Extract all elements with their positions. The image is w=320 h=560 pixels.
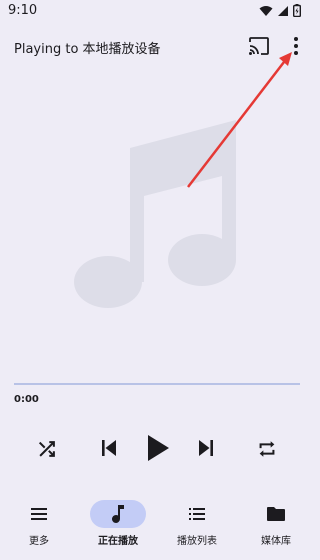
nav-label: 媒体库 xyxy=(261,536,291,547)
play-icon xyxy=(148,435,169,461)
signal-icon xyxy=(278,5,288,16)
nav-label: 播放列表 xyxy=(177,536,217,547)
seek-track xyxy=(14,383,300,385)
battery-icon xyxy=(293,4,301,17)
album-art-placeholder xyxy=(74,120,240,310)
bottom-navigation: 更多 正在播放 播放列表 媒体库 xyxy=(0,492,315,560)
music-note-icon xyxy=(74,120,236,308)
wifi-icon xyxy=(259,5,273,16)
status-time: 9:10 xyxy=(8,3,38,18)
nav-item-now-playing[interactable]: 正在播放 xyxy=(79,492,157,560)
app-bar: Playing to 本地播放设备 xyxy=(0,32,315,60)
skip-previous-icon xyxy=(102,440,116,456)
skip-next-icon xyxy=(199,440,213,456)
shuffle-icon xyxy=(38,441,55,457)
seek-bar[interactable] xyxy=(14,382,300,386)
nav-icon-container xyxy=(169,500,225,528)
music-note-icon xyxy=(112,505,124,523)
nav-item-playlist[interactable]: 播放列表 xyxy=(158,492,236,560)
next-button[interactable] xyxy=(194,436,218,460)
cast-button[interactable] xyxy=(248,36,270,56)
cast-icon xyxy=(249,37,269,55)
list-icon xyxy=(189,508,205,520)
nav-item-more[interactable]: 更多 xyxy=(0,492,78,560)
repeat-button[interactable] xyxy=(256,438,278,460)
more-vert-icon xyxy=(294,37,298,55)
shuffle-button[interactable] xyxy=(36,438,58,460)
elapsed-time: 0:00 xyxy=(14,394,39,405)
cast-target-title: Playing to 本地播放设备 xyxy=(14,42,161,57)
nav-label: 正在播放 xyxy=(98,536,138,547)
nav-item-library[interactable]: 媒体库 xyxy=(237,492,315,560)
repeat-icon xyxy=(259,441,275,457)
play-button[interactable] xyxy=(142,432,172,464)
folder-icon xyxy=(267,507,285,521)
overflow-menu-button[interactable] xyxy=(286,35,306,57)
nav-icon-container xyxy=(11,500,67,528)
status-icons xyxy=(259,4,301,17)
menu-icon xyxy=(31,508,47,520)
nav-icon-container xyxy=(248,500,304,528)
nav-label: 更多 xyxy=(29,536,49,547)
status-bar: 9:10 xyxy=(0,0,315,24)
previous-button[interactable] xyxy=(97,436,121,460)
nav-icon-container xyxy=(90,500,146,528)
